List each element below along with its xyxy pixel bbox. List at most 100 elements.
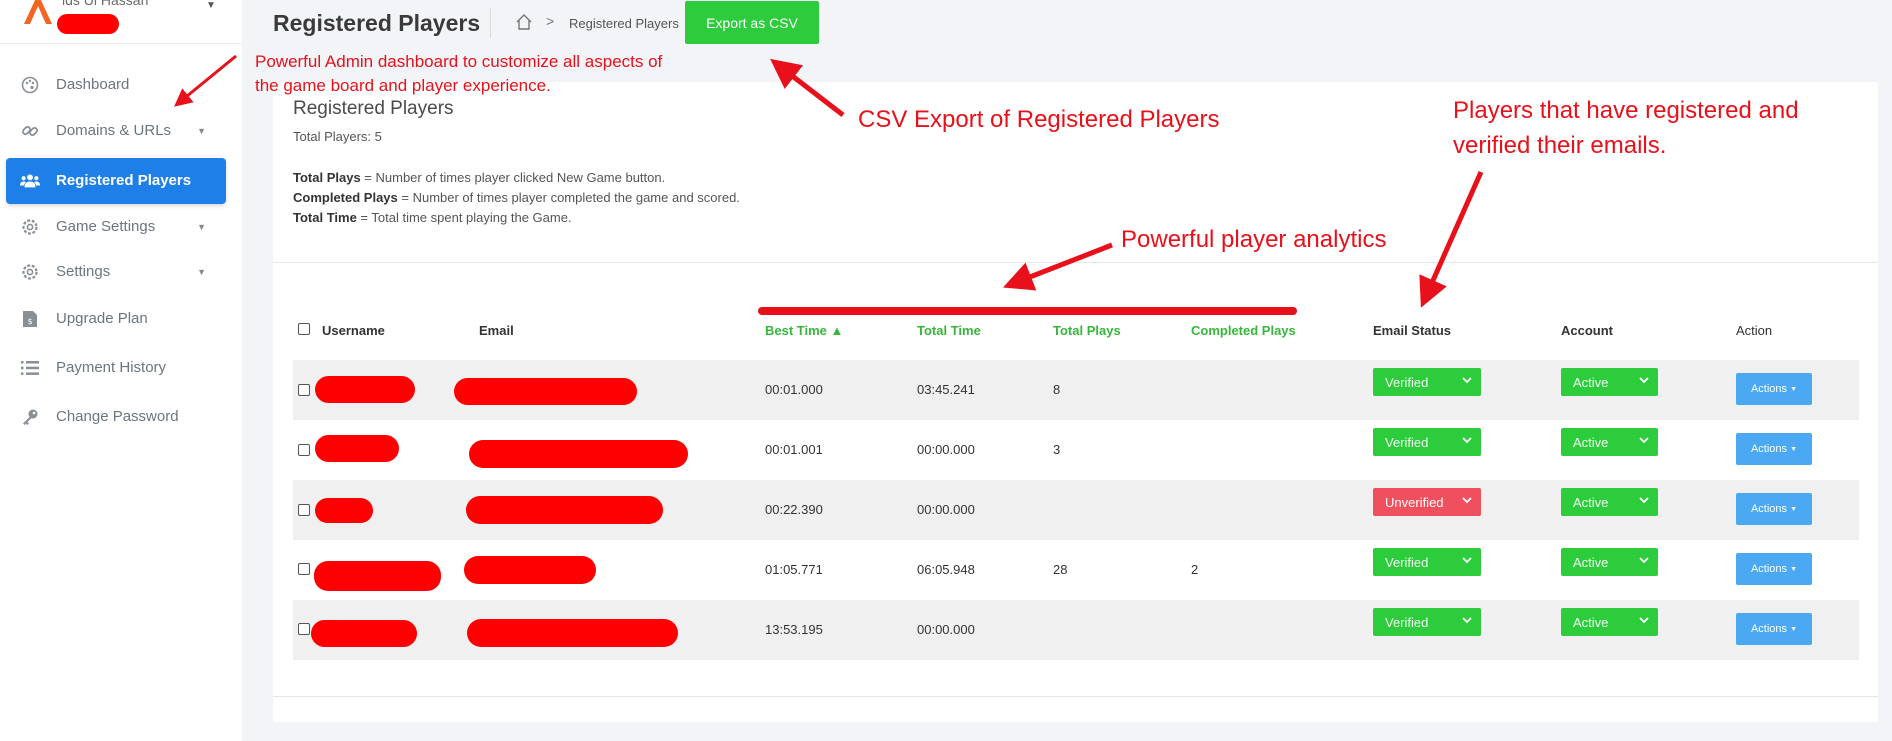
home-icon[interactable] (515, 13, 533, 31)
chevron-down-icon (1639, 617, 1649, 624)
email-redaction (454, 378, 637, 405)
chevron-down-icon: ▼ (197, 126, 206, 136)
email-status-value: Verified (1385, 374, 1429, 390)
column-header-email[interactable]: Email (479, 323, 514, 338)
sidebar-item-dashboard[interactable]: Dashboard (6, 62, 226, 108)
account-status-value: Active (1573, 554, 1609, 570)
username-redaction (315, 376, 415, 403)
email-status-select[interactable]: Unverified (1373, 488, 1481, 516)
cell-total-plays: 8 (1053, 382, 1061, 397)
username-redaction (315, 498, 373, 523)
account-status-value: Active (1573, 374, 1609, 390)
row-checkbox[interactable] (298, 623, 310, 635)
actions-button[interactable]: Actions ▼ (1736, 433, 1812, 465)
select-all-checkbox[interactable] (298, 323, 310, 335)
sidebar-profile[interactable]: ids Ul Hassan ▼ (0, 0, 242, 44)
header-divider (490, 8, 491, 38)
account-status-value: Active (1573, 614, 1609, 630)
column-header-email-status[interactable]: Email Status (1373, 323, 1451, 338)
chevron-down-icon (1462, 437, 1472, 444)
email-status-select[interactable]: Verified (1373, 548, 1481, 576)
annotation-verified-players: Players that have registered and verifie… (1453, 93, 1799, 163)
annotation-line: the game board and player experience. (255, 76, 551, 95)
row-checkbox[interactable] (298, 563, 310, 575)
email-redaction (469, 440, 688, 468)
actions-button[interactable]: Actions ▼ (1736, 613, 1812, 645)
cell-best-time: 00:01.000 (765, 382, 823, 397)
email-status-select[interactable]: Verified (1373, 428, 1481, 456)
account-status-select[interactable]: Active (1561, 428, 1658, 456)
sidebar-item-settings[interactable]: Settings ▼ (6, 249, 226, 295)
users-icon (20, 172, 40, 190)
definition-term: Total Plays (293, 170, 361, 185)
definition-term: Total Time (293, 210, 357, 225)
column-header-completed-plays[interactable]: Completed Plays (1191, 323, 1296, 338)
sidebar-item-change-password[interactable]: Change Password (6, 394, 226, 440)
definition-term: Completed Plays (293, 190, 398, 205)
email-redaction (467, 619, 678, 647)
palette-icon (20, 76, 40, 94)
actions-label: Actions (1750, 503, 1788, 515)
card-title: Registered Players (293, 98, 454, 119)
email-redaction (464, 556, 596, 584)
email-status-select[interactable]: Verified (1373, 608, 1481, 636)
actions-button[interactable]: Actions ▼ (1736, 553, 1812, 585)
username-redaction (314, 561, 441, 591)
account-status-select[interactable]: Active (1561, 548, 1658, 576)
breadcrumb-current: Registered Players (569, 16, 679, 31)
profile-caret-icon[interactable]: ▼ (206, 0, 216, 11)
cell-total-time: 00:00.000 (917, 442, 975, 457)
account-status-select[interactable]: Active (1561, 608, 1658, 636)
list-icon (20, 359, 40, 377)
username-redaction (315, 435, 399, 462)
email-status-select[interactable]: Verified (1373, 368, 1481, 396)
link-icon (20, 122, 40, 140)
row-checkbox[interactable] (298, 444, 310, 456)
chevron-down-icon: ▼ (197, 267, 206, 277)
account-status-select[interactable]: Active (1561, 488, 1658, 516)
sidebar-item-game-settings[interactable]: Game Settings ▼ (6, 204, 226, 250)
svg-text:$: $ (27, 317, 32, 326)
email-status-value: Verified (1385, 554, 1429, 570)
actions-button[interactable]: Actions ▼ (1736, 373, 1812, 405)
actions-button[interactable]: Actions ▼ (1736, 493, 1812, 525)
profile-redaction (57, 14, 119, 34)
cell-total-time: 06:05.948 (917, 562, 975, 577)
caret-down-icon: ▼ (1790, 385, 1798, 393)
sidebar-item-label: Change Password (56, 408, 179, 425)
column-header-username[interactable]: Username (322, 323, 385, 338)
definition-total-time: Total Time = Total time spent playing th… (293, 210, 572, 225)
cell-best-time: 00:01.001 (765, 442, 823, 457)
sidebar-item-label: Domains & URLs (56, 122, 172, 139)
chevron-down-icon (1639, 437, 1649, 444)
sidebar: ids Ul Hassan ▼ Dashboard Domains & URLs… (0, 0, 242, 741)
cell-total-time: 00:00.000 (917, 502, 975, 517)
cell-total-time: 00:00.000 (917, 622, 975, 637)
brand-logo-icon (24, 0, 52, 24)
column-header-action: Action (1736, 323, 1773, 338)
sidebar-item-upgrade-plan[interactable]: $ Upgrade Plan (6, 296, 226, 342)
column-header-best-time[interactable]: Best Time ▲ (765, 323, 843, 338)
caret-down-icon: ▼ (1790, 445, 1798, 453)
row-checkbox[interactable] (298, 504, 310, 516)
email-status-value: Verified (1385, 434, 1429, 450)
annotation-line: Players that have registered and (1453, 97, 1799, 124)
annotation-admin-dashboard: Powerful Admin dashboard to customize al… (255, 50, 662, 98)
actions-label: Actions (1750, 443, 1788, 455)
export-csv-button[interactable]: Export as CSV (685, 1, 819, 44)
column-header-account[interactable]: Account (1561, 323, 1613, 338)
gear-icon (20, 218, 40, 236)
gear-icon (20, 263, 40, 281)
sidebar-item-payment-history[interactable]: Payment History (6, 345, 226, 391)
actions-label: Actions (1750, 383, 1788, 395)
card-divider (273, 262, 1878, 263)
sidebar-item-registered-players[interactable]: Registered Players (6, 158, 226, 204)
sidebar-item-domains[interactable]: Domains & URLs ▼ (6, 108, 226, 154)
account-status-select[interactable]: Active (1561, 368, 1658, 396)
column-header-total-plays[interactable]: Total Plays (1053, 323, 1121, 338)
cell-best-time: 13:53.195 (765, 622, 823, 637)
chevron-down-icon (1462, 617, 1472, 624)
row-checkbox[interactable] (298, 384, 310, 396)
caret-down-icon: ▼ (1790, 625, 1798, 633)
column-header-total-time[interactable]: Total Time (917, 323, 981, 338)
